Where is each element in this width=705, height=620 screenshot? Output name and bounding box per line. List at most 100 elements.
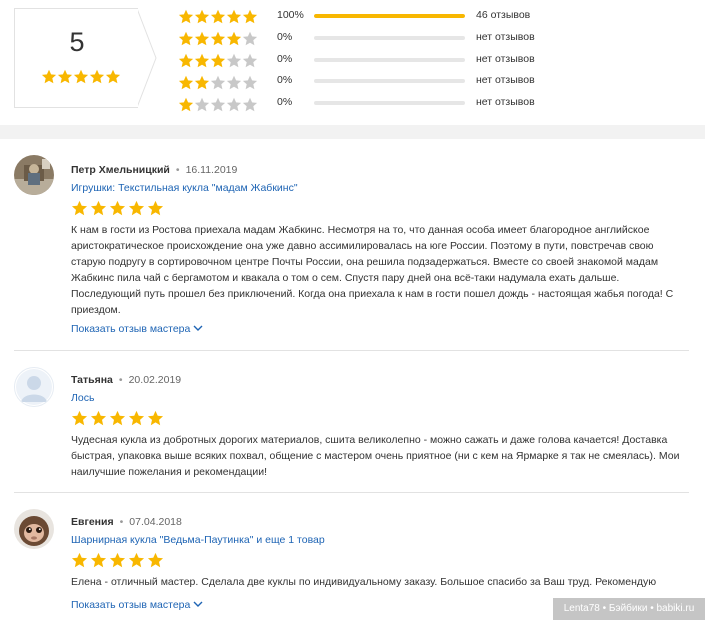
star-empty-icon <box>210 97 226 112</box>
review-date: 16.11.2019 <box>185 164 238 176</box>
rating-row-4[interactable]: 0% нет отзывов <box>178 28 698 50</box>
row-progress-bar <box>314 35 465 40</box>
row-count: 46 отзывов <box>476 9 531 21</box>
rating-row-1[interactable]: 0% нет отзывов <box>178 93 698 115</box>
star-filled-icon <box>71 410 89 427</box>
star-filled-icon <box>41 69 57 84</box>
star-filled-icon <box>226 9 242 24</box>
rating-distribution: 100% 46 отзывов 0% нет отзывов 0% нет от… <box>178 6 698 115</box>
star-filled-icon <box>109 410 127 427</box>
row-percent: 0% <box>277 30 293 43</box>
star-filled-icon <box>178 31 194 46</box>
star-filled-icon <box>226 31 242 46</box>
star-filled-icon <box>89 69 105 84</box>
separator-dot: • <box>118 374 123 386</box>
star-empty-icon <box>226 53 242 68</box>
author-name[interactable]: Петр Хмельницкий <box>71 164 170 176</box>
star-empty-icon <box>194 97 210 112</box>
star-empty-icon <box>226 97 242 112</box>
author-name[interactable]: Татьяна <box>71 374 113 386</box>
chevron-down-icon <box>193 323 203 331</box>
star-filled-icon <box>178 97 194 112</box>
row-percent: 0% <box>277 52 293 65</box>
star-filled-icon <box>147 200 165 217</box>
review-card: Татьяна • 20.02.2019 Лось Чудесная кукла и… <box>0 351 705 492</box>
average-score: 5 <box>69 27 85 57</box>
row-progress-fill <box>314 14 465 18</box>
star-empty-icon <box>242 53 258 68</box>
row-count: нет отзывов <box>476 30 535 43</box>
star-filled-icon <box>194 31 210 46</box>
product-link[interactable]: Лось <box>71 392 94 404</box>
product-link[interactable]: Игрушки: Текстильная кукла "мадам Жабкин… <box>71 182 298 194</box>
star-filled-icon <box>128 410 146 427</box>
rating-row-3[interactable]: 0% нет отзывов <box>178 50 698 72</box>
chevron-down-icon <box>193 599 203 607</box>
star-empty-icon <box>242 31 258 46</box>
review-text: Елена - отличный мастер. Сделала две кук… <box>71 576 657 588</box>
separator-dot: • <box>119 516 124 528</box>
review-stars <box>71 552 165 569</box>
author-line: Татьяна • 20.02.2019 <box>71 374 181 386</box>
rating-row-2[interactable]: 0% нет отзывов <box>178 71 698 93</box>
star-filled-icon <box>71 200 89 217</box>
watermark: Lenta78 • Бэйбики • babiki.ru <box>553 598 705 620</box>
show-master-label: Показать отзыв мастера <box>71 599 191 611</box>
row-progress-bar <box>314 101 465 106</box>
score-box-arrow <box>137 8 157 108</box>
rating-row-5[interactable]: 100% 46 отзывов <box>178 6 698 28</box>
star-filled-icon <box>242 9 258 24</box>
separator-dot: • <box>175 164 180 176</box>
row-stars <box>178 75 261 90</box>
section-separator-band <box>0 125 705 139</box>
row-stars <box>178 9 261 24</box>
row-progress-bar <box>314 79 465 84</box>
star-filled-icon <box>109 200 127 217</box>
review-text: Чудесная кукла из добротных дорогих мате… <box>71 434 680 478</box>
default-avatar[interactable] <box>14 367 54 407</box>
star-filled-icon <box>71 552 89 569</box>
show-master-label: Показать отзыв мастера <box>71 323 191 335</box>
photo-avatar[interactable] <box>14 155 54 195</box>
star-empty-icon <box>210 75 226 90</box>
product-link[interactable]: Шарнирная кукла "Ведьма-Паутинка" и еще … <box>71 534 325 546</box>
show-master-review-link[interactable]: Показать отзыв мастера <box>71 323 203 335</box>
review-text: К нам в гости из Ростова приехала мадам … <box>71 224 674 316</box>
average-stars <box>41 69 121 85</box>
star-filled-icon <box>105 69 121 84</box>
star-filled-icon <box>178 9 194 24</box>
star-filled-icon <box>210 31 226 46</box>
star-filled-icon <box>90 410 108 427</box>
star-filled-icon <box>210 53 226 68</box>
star-filled-icon <box>178 75 194 90</box>
review-date: 20.02.2019 <box>128 374 182 386</box>
star-filled-icon <box>57 69 73 84</box>
row-stars <box>178 97 261 112</box>
row-progress-bar <box>314 14 465 18</box>
star-filled-icon <box>73 69 89 84</box>
review-card: Петр Хмельницкий • 16.11.2019 Игрушки: Тек… <box>0 139 705 351</box>
star-filled-icon <box>128 200 146 217</box>
author-line: Петр Хмельницкий • 16.11.2019 <box>71 164 237 176</box>
star-filled-icon <box>194 75 210 90</box>
star-filled-icon <box>194 53 210 68</box>
star-filled-icon <box>210 9 226 24</box>
review-date: 07.04.2018 <box>129 516 182 528</box>
monkey-photo-avatar[interactable] <box>14 509 54 549</box>
row-percent: 100% <box>277 9 304 21</box>
row-count: нет отзывов <box>476 96 535 109</box>
rating-summary: 5 100% 46 отзывов 0% нет отзывов 0% нет … <box>0 0 705 125</box>
row-percent: 0% <box>277 96 293 109</box>
review-stars <box>71 200 165 217</box>
author-name[interactable]: Евгения <box>71 516 114 528</box>
show-master-review-link[interactable]: Показать отзыв мастера <box>71 599 203 611</box>
star-filled-icon <box>128 552 146 569</box>
row-progress-bar <box>314 57 465 62</box>
star-filled-icon <box>90 552 108 569</box>
author-line: Евгения • 07.04.2018 <box>71 516 182 528</box>
row-stars <box>178 53 261 68</box>
star-filled-icon <box>178 53 194 68</box>
review-stars <box>71 410 165 427</box>
star-filled-icon <box>194 9 210 24</box>
star-empty-icon <box>226 75 242 90</box>
